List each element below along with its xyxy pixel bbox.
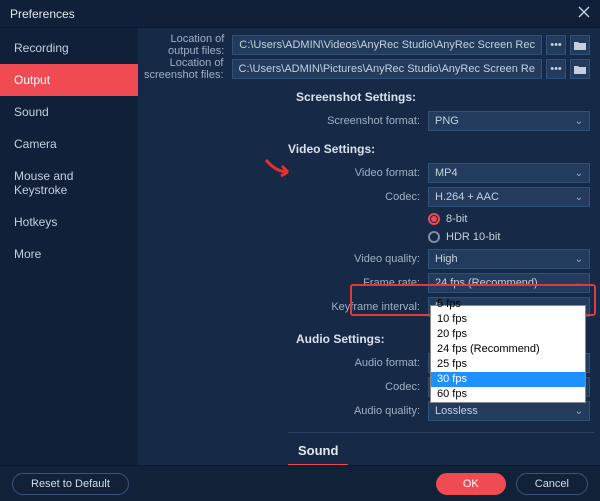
- screenshot-location-field[interactable]: C:\Users\ADMIN\Pictures\AnyRec Studio\An…: [232, 59, 543, 79]
- screenshot-location-more-button[interactable]: •••: [546, 59, 566, 79]
- radio-8bit-row: 8-bit: [428, 210, 600, 228]
- label-video-format: Video format:: [138, 167, 428, 179]
- radio-hdr10-row: HDR 10-bit: [428, 228, 600, 246]
- row-video-quality: Video quality: High ⌄: [138, 248, 600, 270]
- label-frame-rate: Frame rate:: [138, 277, 428, 289]
- label-screenshot-location: Location of screenshot files:: [138, 57, 232, 81]
- row-video-format: Video format: MP4 ⌄: [138, 162, 600, 184]
- label-video-quality: Video quality:: [138, 253, 428, 265]
- ok-button[interactable]: OK: [436, 473, 506, 495]
- dropdown-option[interactable]: 5 fps: [431, 297, 585, 312]
- screenshot-format-select[interactable]: PNG ⌄: [428, 111, 590, 131]
- output-location-field[interactable]: C:\Users\ADMIN\Videos\AnyRec Studio\AnyR…: [232, 35, 542, 55]
- folder-icon: [574, 40, 586, 50]
- sidebar-item-output[interactable]: Output: [0, 64, 138, 96]
- reset-default-button[interactable]: Reset to Default: [12, 473, 129, 495]
- sidebar-item-camera[interactable]: Camera: [0, 128, 138, 160]
- dropdown-option[interactable]: 60 fps: [431, 387, 585, 402]
- sidebar-item-recording[interactable]: Recording: [0, 32, 138, 64]
- radio-hdr10-label: HDR 10-bit: [446, 231, 500, 243]
- output-location-browse-button[interactable]: [570, 35, 590, 55]
- video-format-select[interactable]: MP4 ⌄: [428, 163, 590, 183]
- chevron-down-icon: ⌄: [575, 406, 583, 417]
- section-screenshot-heading: Screenshot Settings:: [138, 90, 600, 104]
- video-codec-select[interactable]: H.264 + AAC ⌄: [428, 187, 590, 207]
- content-panel: Directory Settings: Location of output f…: [138, 28, 600, 465]
- window-title: Preferences: [10, 7, 562, 21]
- radio-8bit-label: 8-bit: [446, 213, 467, 225]
- sidebar-item-mouse-keystroke[interactable]: Mouse and Keystroke: [0, 160, 138, 206]
- row-frame-rate: Frame rate: 24 fps (Recommend) ⌄: [138, 272, 600, 294]
- frame-rate-dropdown[interactable]: 5 fps 10 fps 20 fps 24 fps (Recommend) 2…: [430, 305, 586, 403]
- sidebar-item-hotkeys[interactable]: Hotkeys: [0, 206, 138, 238]
- label-audio-quality: Audio quality:: [138, 405, 428, 417]
- section-divider: [288, 432, 594, 433]
- audio-quality-select[interactable]: Lossless ⌄: [428, 401, 590, 421]
- frame-rate-select[interactable]: 24 fps (Recommend) ⌄: [428, 273, 590, 293]
- cancel-button[interactable]: Cancel: [516, 473, 588, 495]
- ellipsis-icon: •••: [550, 63, 562, 75]
- sidebar: Recording Output Sound Camera Mouse and …: [0, 28, 138, 465]
- chevron-down-icon: ⌄: [575, 278, 583, 289]
- dropdown-option[interactable]: 24 fps (Recommend): [431, 342, 585, 357]
- row-video-codec: Codec: H.264 + AAC ⌄: [138, 186, 600, 208]
- dropdown-option[interactable]: 20 fps: [431, 327, 585, 342]
- chevron-down-icon: ⌄: [575, 116, 583, 127]
- label-screenshot-format: Screenshot format:: [138, 115, 428, 127]
- radio-hdr10[interactable]: [428, 231, 440, 243]
- sidebar-item-sound[interactable]: Sound: [0, 96, 138, 128]
- chevron-down-icon: ⌄: [575, 192, 583, 203]
- folder-icon: [574, 64, 586, 74]
- close-icon: [578, 6, 590, 18]
- ellipsis-icon: •••: [550, 39, 562, 51]
- label-video-codec: Codec:: [138, 191, 428, 203]
- section-sound-heading: Sound: [298, 443, 600, 458]
- sound-accent-bar: [288, 464, 348, 465]
- video-quality-select[interactable]: High ⌄: [428, 249, 590, 269]
- chevron-down-icon: ⌄: [575, 168, 583, 179]
- body: Recording Output Sound Camera Mouse and …: [0, 28, 600, 465]
- titlebar: Preferences: [0, 0, 600, 28]
- section-video-heading: Video Settings:: [138, 142, 600, 156]
- dropdown-option[interactable]: 25 fps: [431, 357, 585, 372]
- footer: Reset to Default OK Cancel: [0, 465, 600, 501]
- sidebar-item-more[interactable]: More: [0, 238, 138, 270]
- row-audio-quality: Audio quality: Lossless ⌄: [138, 400, 600, 422]
- label-output-location: Location of output files:: [138, 33, 232, 57]
- radio-8bit[interactable]: [428, 213, 440, 225]
- chevron-down-icon: ⌄: [575, 254, 583, 265]
- row-screenshot-location: Location of screenshot files: C:\Users\A…: [138, 58, 600, 80]
- label-keyframe-interval: Keyframe interval:: [138, 301, 428, 313]
- dropdown-option-selected[interactable]: 30 fps: [431, 372, 585, 387]
- row-output-location: Location of output files: C:\Users\ADMIN…: [138, 34, 600, 56]
- preferences-window: Preferences Recording Output Sound Camer…: [0, 0, 600, 501]
- output-location-more-button[interactable]: •••: [546, 35, 566, 55]
- close-button[interactable]: [562, 5, 590, 23]
- label-audio-format: Audio format:: [138, 357, 428, 369]
- label-audio-codec: Codec:: [138, 381, 428, 393]
- screenshot-location-browse-button[interactable]: [570, 59, 590, 79]
- row-screenshot-format: Screenshot format: PNG ⌄: [138, 110, 600, 132]
- dropdown-option[interactable]: 10 fps: [431, 312, 585, 327]
